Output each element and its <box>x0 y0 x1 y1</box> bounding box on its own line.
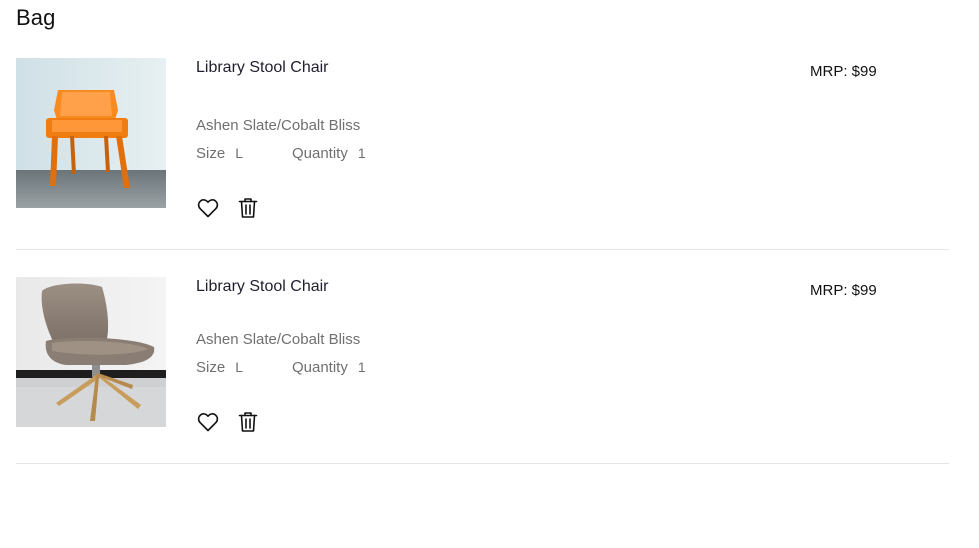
trash-icon[interactable] <box>236 410 260 434</box>
product-price: MRP: $99 <box>810 282 877 299</box>
heart-icon[interactable] <box>196 196 220 220</box>
bag-item: Library Stool Chair MRP: $99 Ashen Slate… <box>16 277 949 464</box>
quantity-value[interactable]: 1 <box>358 145 366 161</box>
heart-icon[interactable] <box>196 410 220 434</box>
size-value[interactable]: L <box>235 145 243 161</box>
bag-page: Bag Library Stool Chair MRP: $99 Ashen S… <box>0 0 979 548</box>
size-label: Size <box>196 359 226 376</box>
quantity-label: Quantity <box>291 145 348 162</box>
product-color: Ashen Slate/Cobalt Bliss <box>196 117 361 134</box>
bag-item: Library Stool Chair MRP: $99 Ashen Slate… <box>16 58 949 250</box>
size-label: Size <box>196 145 226 162</box>
product-meta: Size L Quantity 1 <box>196 359 366 376</box>
product-image[interactable] <box>16 58 166 208</box>
item-actions <box>196 196 260 220</box>
product-image[interactable] <box>16 277 166 427</box>
quantity-label: Quantity <box>291 359 348 376</box>
orange-chair-photo <box>16 58 166 208</box>
product-meta: Size L Quantity 1 <box>196 145 366 162</box>
page-title: Bag <box>16 5 56 30</box>
grey-chair-photo <box>16 277 166 427</box>
item-actions <box>196 410 260 434</box>
product-name[interactable]: Library Stool Chair <box>196 278 329 296</box>
product-price: MRP: $99 <box>810 63 877 80</box>
quantity-value[interactable]: 1 <box>358 359 366 375</box>
size-value[interactable]: L <box>235 359 243 375</box>
product-color: Ashen Slate/Cobalt Bliss <box>196 331 361 348</box>
product-name[interactable]: Library Stool Chair <box>196 59 329 77</box>
trash-icon[interactable] <box>236 196 260 220</box>
bag-item-list: Library Stool Chair MRP: $99 Ashen Slate… <box>16 58 949 464</box>
